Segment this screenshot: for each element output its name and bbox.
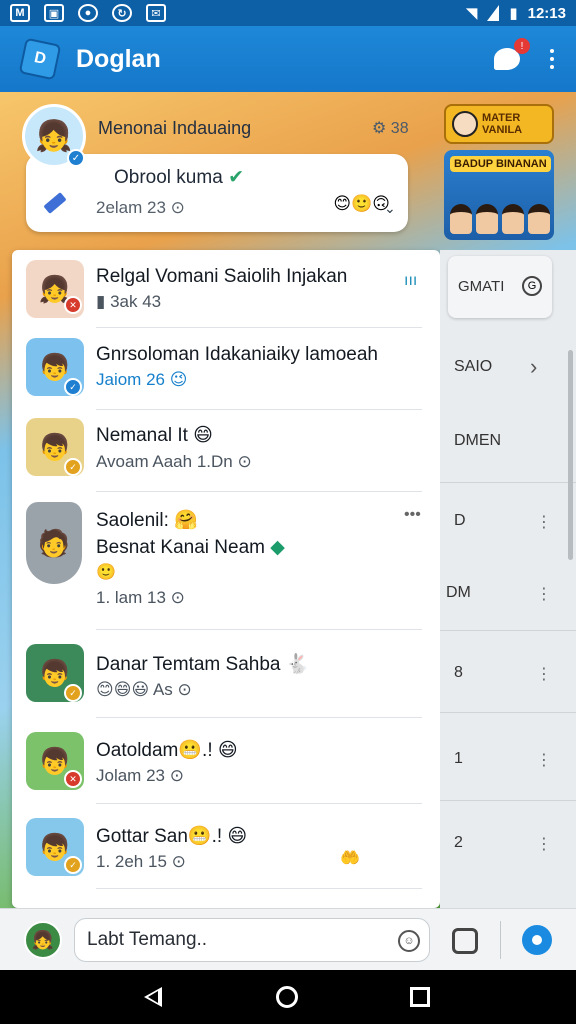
chat-bubble-icon[interactable]: ! bbox=[494, 38, 530, 70]
status-badge: ✕ bbox=[64, 296, 82, 314]
person-icon: 👧 bbox=[35, 119, 73, 153]
recent-apps-icon[interactable] bbox=[410, 987, 430, 1007]
status-badge: ✓ bbox=[64, 684, 82, 702]
list-item[interactable]: 👧 ✕ Relgal Vomani Saiolih Injakan ▮ 3ak … bbox=[12, 250, 440, 328]
message-icon: ✉ bbox=[146, 4, 166, 22]
home-icon[interactable] bbox=[276, 986, 298, 1008]
clock-icon: ⊙ bbox=[177, 680, 192, 699]
list-item[interactable]: 👦 ✓ Nemanal It 😄 Avoam Aaah 1.Dn ⊙ bbox=[12, 410, 440, 492]
side-panel: GMATI G SAIO › DMEN D ⋮ DM ⋮ 8 ⋮ 1 ⋮ 2 ⋮ bbox=[440, 250, 576, 908]
side-item[interactable]: DMEN bbox=[440, 432, 576, 452]
app-logo-icon[interactable]: D bbox=[18, 37, 62, 81]
more-options-icon[interactable]: ••• bbox=[404, 506, 421, 524]
notification-badge: ! bbox=[514, 38, 530, 54]
pinned-avatar[interactable]: 👧 ✓ bbox=[22, 104, 86, 168]
refresh-icon: G bbox=[522, 276, 542, 296]
face-icon bbox=[452, 111, 478, 137]
sticker-emoji-icon: 🤲 bbox=[340, 850, 360, 867]
side-item[interactable]: SAIO › bbox=[440, 354, 576, 379]
app-bar: D Doglan ! bbox=[0, 26, 576, 92]
pinned-name: Menonai Indauaing bbox=[98, 118, 252, 138]
promo-title: BADUP BINANAN bbox=[450, 156, 551, 172]
composer-bar: 👧 ☺ bbox=[0, 908, 576, 970]
list-item[interactable]: 👦 ✓ Danar Temtam Sahba 🐇 😊😄😃 As ⊙ bbox=[12, 630, 440, 718]
doc-icon: ▮ bbox=[96, 292, 106, 311]
clock-icon: ⊙ bbox=[237, 452, 252, 471]
chevron-right-icon: › bbox=[530, 354, 538, 379]
mail-icon: M bbox=[10, 4, 30, 22]
avatar-status-badge: ✓ bbox=[67, 149, 85, 167]
list-item[interactable]: 👦 ✓ Gottar San😬.! 😄 1. 2eh 15 ⊙ 🤲 bbox=[12, 804, 440, 908]
sync-icon: ↻ bbox=[112, 4, 132, 22]
clock-icon: ⊙ bbox=[169, 766, 184, 785]
side-item[interactable]: 8 ⋮ bbox=[440, 664, 576, 684]
photo-icon: ▣ bbox=[44, 4, 64, 22]
reaction-emojis: 😊😄😃 bbox=[96, 680, 150, 699]
status-badge: ✓ bbox=[64, 378, 82, 396]
status-bar: M ▣ ● ↻ ✉ ◥ ▮ 12:13 bbox=[0, 0, 576, 26]
pinned-message-text: Obrool kuma ✔ bbox=[114, 167, 244, 188]
overflow-menu-icon[interactable] bbox=[550, 49, 554, 69]
scrollbar[interactable] bbox=[568, 350, 573, 560]
location-icon: ● bbox=[78, 4, 98, 22]
sticker-icon[interactable] bbox=[452, 928, 478, 954]
gear-icon: ⚙ bbox=[372, 120, 387, 137]
emoji-icon[interactable]: ☺ bbox=[398, 930, 420, 952]
list-item[interactable]: 🧑 Saolenil: 🤗 Besnat Kanai Neam ◆ 🙂 1. l… bbox=[12, 492, 440, 630]
pinned-chat[interactable]: Obrool kuma ✔ 2elam 23 ⊙ 😊🙂🙃 👧 ✓ Menonai… bbox=[22, 100, 414, 234]
more-vert-icon[interactable]: ⋮ bbox=[536, 834, 552, 854]
clock-icon: ⊙ bbox=[170, 198, 185, 217]
navigation-bar bbox=[0, 970, 576, 1024]
smile-emoji-icon: 😬 bbox=[178, 740, 203, 761]
side-item[interactable]: DM ⋮ bbox=[440, 584, 576, 604]
verified-icon: ✔ bbox=[228, 167, 244, 188]
grin-emoji-icon: 😄 bbox=[227, 826, 248, 847]
avatar: 🧑 bbox=[26, 502, 82, 584]
side-item[interactable]: 1 ⋮ bbox=[440, 750, 576, 770]
pinned-time: 2elam 23 ⊙ bbox=[96, 198, 185, 217]
list-item[interactable]: 👦 ✕ Oatoldam😬.! 😄 Jolam 23 ⊙ bbox=[12, 718, 440, 804]
more-vert-icon[interactable]: ⋮ bbox=[536, 750, 552, 770]
hug-emoji-icon: 🤗 bbox=[174, 510, 198, 531]
app-title: Doglan bbox=[76, 44, 161, 73]
more-vert-icon[interactable]: ⋮ bbox=[536, 664, 552, 684]
wifi-icon: ◥ bbox=[465, 5, 478, 22]
promo-card-small[interactable]: MATER VANILA bbox=[444, 104, 554, 144]
message-input[interactable] bbox=[74, 918, 430, 962]
pencil-icon[interactable] bbox=[43, 192, 67, 214]
more-vert-icon[interactable]: ⋮ bbox=[536, 584, 552, 604]
status-badge: ✓ bbox=[64, 458, 82, 476]
smile-emoji-icon: 😬 bbox=[187, 826, 212, 847]
list-item[interactable]: 👦 ✓ Gnrsoloman Idakaniaiky lamoeah Jaiom… bbox=[12, 328, 440, 410]
promo-card-large[interactable]: BADUP BINANAN bbox=[444, 150, 554, 240]
signal-icon bbox=[487, 5, 500, 21]
grin-emoji-icon: 😄 bbox=[193, 425, 213, 446]
battery-icon: ▮ bbox=[509, 5, 518, 22]
neutral-emoji-icon: 🙂 bbox=[96, 564, 116, 581]
status-badge: ✓ bbox=[64, 856, 82, 874]
grin-emoji-icon: 😄 bbox=[217, 740, 238, 761]
my-avatar[interactable]: 👧 bbox=[24, 921, 62, 959]
smile-emoji-icon: 😉 bbox=[169, 370, 188, 389]
back-icon[interactable] bbox=[144, 987, 162, 1007]
location-pin-icon[interactable] bbox=[522, 925, 552, 955]
clock-icon: ⊙ bbox=[170, 588, 185, 607]
side-item[interactable]: 2 ⋮ bbox=[440, 834, 576, 854]
chat-list: 👧 ✕ Relgal Vomani Saiolih Injakan ▮ 3ak … bbox=[12, 250, 440, 908]
reaction-emojis[interactable]: 😊🙂🙃 bbox=[333, 194, 390, 214]
pinned-settings[interactable]: ⚙ 38 bbox=[372, 118, 409, 138]
promo-illustration bbox=[450, 204, 550, 234]
status-time: 12:13 bbox=[527, 4, 566, 22]
rabbit-emoji-icon: 🐇 bbox=[285, 654, 310, 675]
chevron-down-icon[interactable]: ⌄ bbox=[384, 200, 396, 217]
side-item[interactable]: D ⋮ bbox=[440, 512, 576, 532]
pinned-message-bubble[interactable]: Obrool kuma ✔ 2elam 23 ⊙ 😊🙂🙃 bbox=[26, 154, 408, 232]
typing-indicator-icon: ııı bbox=[404, 272, 418, 289]
clock-icon: ⊙ bbox=[171, 852, 186, 871]
leaf-icon: ◆ bbox=[270, 537, 285, 558]
status-badge: ✕ bbox=[64, 770, 82, 788]
more-vert-icon[interactable]: ⋮ bbox=[536, 512, 552, 532]
side-action-button[interactable]: GMATI G bbox=[448, 256, 552, 318]
